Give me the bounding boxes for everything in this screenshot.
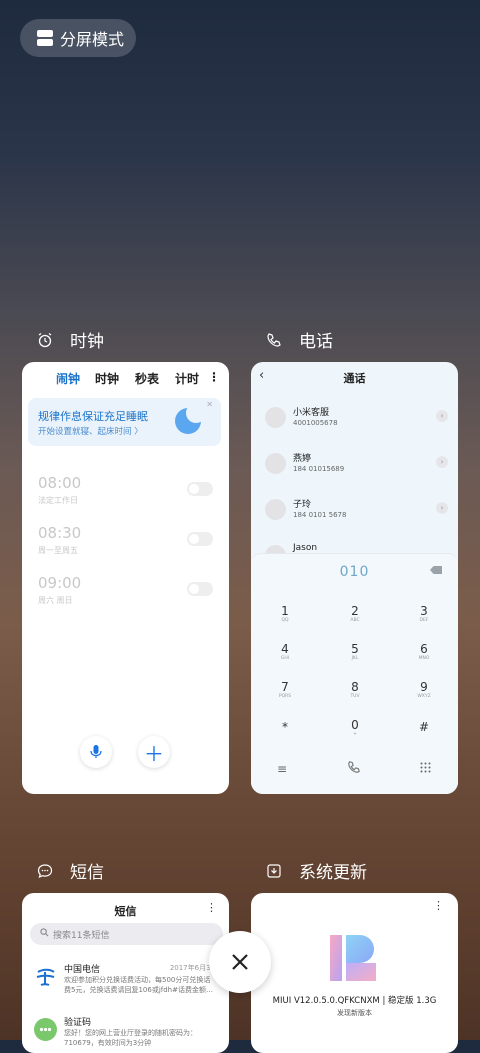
alarm-repeat: 周一至周五 (38, 546, 78, 555)
sender-name: 中国电信 (64, 965, 101, 975)
banner-subtitle: 开始设置就寝、起床时间 〉 (38, 427, 143, 437)
search-icon (40, 928, 49, 940)
sender-name: 验证码 (64, 1018, 92, 1028)
avatar (265, 407, 286, 428)
tab-timer[interactable]: 计时 (175, 370, 199, 387)
close-icon[interactable]: ✕ (206, 400, 213, 409)
phone-title: 通话 (343, 372, 366, 385)
split-screen-button[interactable]: 分屏模式 (20, 19, 136, 57)
close-icon (232, 954, 248, 970)
sms-search-input[interactable]: 搜索11条短信 (30, 923, 223, 945)
avatar (265, 453, 286, 474)
update-status: 发现新版本 (337, 1009, 372, 1017)
app-label-sms: 短信 (36, 858, 104, 883)
system-update-icon (265, 862, 283, 880)
split-screen-label: 分屏模式 (60, 30, 125, 49)
dial-key-star[interactable]: * (265, 720, 305, 734)
verification-code-icon (34, 1018, 57, 1041)
avatar (265, 499, 286, 520)
chevron-right-icon[interactable]: › (436, 410, 448, 422)
app-label-update: 系统更新 (265, 858, 367, 883)
tab-stopwatch[interactable]: 秒表 (135, 370, 159, 387)
contact-number: 4001005678 (293, 419, 338, 427)
dial-key-2[interactable]: 2 ABC (335, 604, 375, 623)
update-version: MIUI V12.0.5.0.QFKCNXM | 稳定版 1.3G (272, 996, 437, 1006)
app-name: 短信 (70, 863, 104, 883)
contact-row[interactable]: 燕婷 184 01015689 › (265, 449, 450, 479)
alarm-time: 08:00 (38, 474, 82, 492)
message-preview: 您好！您的网上营业厅登录的随机密码为：710679，有效时间为3分钟 (64, 1029, 197, 1047)
search-placeholder: 搜索11条短信 (53, 930, 110, 941)
dial-key-9[interactable]: 9 WXYZ (404, 680, 444, 699)
call-icon[interactable] (347, 760, 361, 777)
clear-all-button[interactable] (209, 931, 271, 993)
dial-key-8[interactable]: 8 TUV (335, 680, 375, 699)
dial-key-1[interactable]: 1 QQ (265, 604, 305, 623)
dial-key-hash[interactable]: # (404, 720, 444, 734)
app-label-clock: 时钟 (36, 327, 104, 352)
contact-number: 184 01015689 (293, 465, 345, 473)
message-icon (36, 862, 54, 880)
menu-icon[interactable]: ≡ (277, 762, 287, 776)
clock-app-card[interactable]: 闹钟 时钟 秒表 计时 ⋮ 规律作息保证充足睡眠 开始设置就寝、起床时间 〉 ✕… (22, 362, 229, 794)
tab-clock[interactable]: 时钟 (95, 370, 119, 387)
alarm-repeat: 法定工作日 (38, 496, 78, 505)
sms-title: 短信 (114, 905, 137, 918)
tab-alarm[interactable]: 闹钟 (56, 370, 80, 387)
miui-12-logo (330, 935, 376, 981)
chevron-right-icon[interactable]: › (436, 456, 448, 468)
alarm-repeat: 周六 周日 (38, 596, 73, 605)
plus-icon: ＋ (144, 741, 164, 766)
alarm-toggle[interactable] (187, 482, 213, 496)
microphone-icon (90, 745, 102, 758)
dialed-number: 010 (339, 564, 370, 580)
china-telecom-logo (34, 966, 57, 989)
moon-icon (175, 403, 206, 434)
contact-name: Jason (293, 543, 318, 553)
app-name: 电话 (299, 332, 333, 352)
dial-key-0[interactable]: 0 + (335, 718, 375, 737)
alarm-item[interactable]: 08:00 法定工作日 (38, 474, 81, 506)
dial-key-4[interactable]: 4 GHI (265, 642, 305, 661)
more-icon[interactable]: ⋮ (208, 370, 220, 384)
contact-name: 燕婷 (293, 454, 312, 464)
more-icon[interactable]: ⋮ (433, 899, 444, 912)
keypad-icon[interactable] (420, 762, 431, 776)
sleep-banner[interactable]: 规律作息保证充足睡眠 开始设置就寝、起床时间 〉 ✕ (28, 398, 221, 446)
chevron-right-icon[interactable]: › (436, 502, 448, 514)
dial-key-3[interactable]: 3 DEF (404, 604, 444, 623)
dial-key-6[interactable]: 6 MNO (404, 642, 444, 661)
banner-title: 规律作息保证充足睡眠 (38, 410, 148, 423)
contact-row[interactable]: 小米客服 4001005678 › (265, 403, 450, 433)
alarm-time: 09:00 (38, 574, 82, 592)
dialpad: 010 1 QQ 2 ABC 3 DEF 4 GHI 5 JKL 6 MNO 7 PQRS 8… (251, 553, 458, 794)
add-alarm-button[interactable]: ＋ (138, 736, 170, 768)
alarm-item[interactable]: 08:30 周一至周五 (38, 524, 81, 556)
phone-icon (265, 331, 283, 349)
alarm-clock-icon (36, 331, 54, 349)
update-app-card[interactable]: ⋮ MIUI V12.0.5.0.QFKCNXM | 稳定版 1.3G 发现新版… (251, 893, 458, 1053)
alarm-toggle[interactable] (187, 532, 213, 546)
sms-app-card[interactable]: 短信 ⋮ 搜索11条短信 中国电信 2017年6月30 欢迎参加积分兑换话费活动… (22, 893, 229, 1053)
alarm-time: 08:30 (38, 524, 82, 542)
contact-name: 子玲 (293, 500, 312, 510)
contact-number: 184 0101 5678 (293, 511, 347, 519)
contact-name: 小米客服 (293, 408, 330, 418)
voice-button[interactable] (80, 736, 112, 768)
app-name: 时钟 (70, 332, 104, 352)
alarm-toggle[interactable] (187, 582, 213, 596)
phone-app-card[interactable]: ‹ 通话 小米客服 4001005678 › 燕婷 184 01015689 ›… (251, 362, 458, 794)
alarm-item[interactable]: 09:00 周六 周日 (38, 574, 81, 606)
dial-key-7[interactable]: 7 PQRS (265, 680, 305, 699)
dial-key-5[interactable]: 5 JKL (335, 642, 375, 661)
more-icon[interactable]: ⋮ (206, 901, 217, 914)
app-label-phone: 电话 (265, 327, 333, 352)
contact-row[interactable]: 子玲 184 0101 5678 › (265, 495, 450, 525)
split-screen-icon (37, 30, 53, 46)
app-name: 系统更新 (299, 863, 367, 883)
message-preview: 欢迎参加积分兑换话费活动，每500分可兑换话费5元，兑换话费请回复106或jfd… (64, 976, 213, 994)
message-item[interactable]: 中国电信 2017年6月30 欢迎参加积分兑换话费活动，每500分可兑换话费5元… (22, 962, 229, 1002)
message-item[interactable]: 验证码 您好！您的网上营业厅登录的随机密码为：710679，有效时间为3分钟 (22, 1015, 229, 1053)
